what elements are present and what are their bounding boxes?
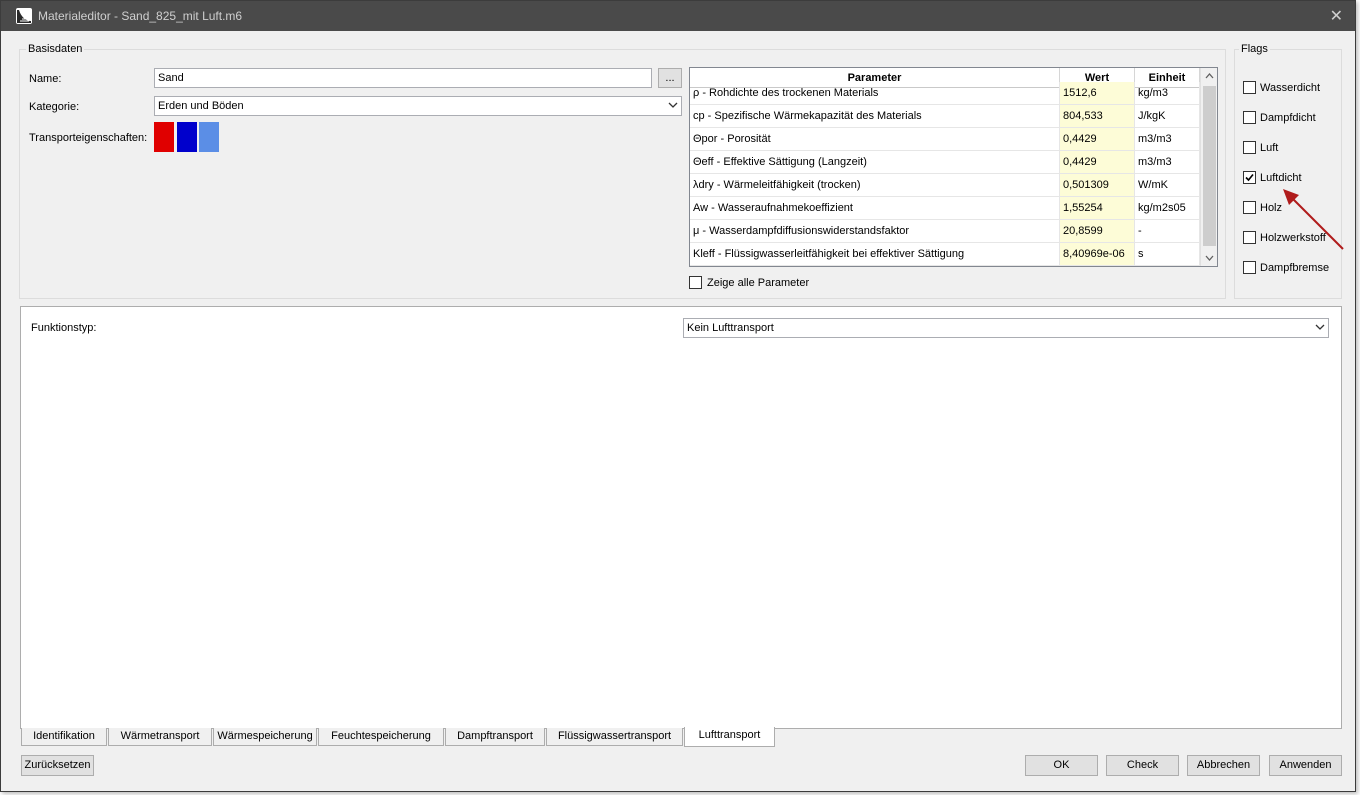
cell-parameter[interactable]: Θpor - Porosität xyxy=(690,128,1060,151)
name-label: Name: xyxy=(29,73,62,85)
table-row[interactable]: Aw - Wasseraufnahmekoeffizient 1,55254 kg/… xyxy=(690,197,1200,220)
table-row[interactable]: Kleff - Flüssigwasserleitfähigkeit bei e… xyxy=(690,243,1200,266)
kategorie-label: Kategorie: xyxy=(29,101,80,113)
browse-button[interactable]: ... xyxy=(658,68,682,88)
reset-button[interactable]: Zurücksetzen xyxy=(21,755,94,776)
table-scrollbar[interactable] xyxy=(1200,68,1217,266)
cell-einheit[interactable]: - xyxy=(1135,220,1200,243)
ok-button[interactable]: OK xyxy=(1025,755,1098,776)
scroll-up-icon[interactable] xyxy=(1204,71,1215,82)
check-button[interactable]: Check xyxy=(1106,755,1179,776)
tab-wärmetransport[interactable]: Wärmetransport xyxy=(108,728,212,746)
chevron-down-icon xyxy=(1315,324,1325,330)
cell-parameter[interactable]: Aw - Wasseraufnahmekoeffizient xyxy=(690,197,1060,220)
show-all-checkbox[interactable] xyxy=(689,276,702,289)
cell-parameter[interactable]: Θeff - Effektive Sättigung (Langzeit) xyxy=(690,151,1060,174)
flag-label: Dampfdicht xyxy=(1260,112,1316,124)
cell-wert[interactable]: 1,55254 xyxy=(1060,197,1135,220)
tab-wärmespeicherung[interactable]: Wärmespeicherung xyxy=(213,728,317,746)
table-row[interactable]: cp - Spezifische Wärmekapazität des Mate… xyxy=(690,105,1200,128)
chevron-down-icon xyxy=(668,102,678,108)
funktionstyp-label: Funktionstyp: xyxy=(31,322,97,334)
transport-label: Transporteigenschaften: xyxy=(29,132,148,144)
cell-wert[interactable]: 0,4429 xyxy=(1060,128,1135,151)
cell-parameter[interactable]: Kleff - Flüssigwasserleitfähigkeit bei e… xyxy=(690,243,1060,266)
table-row[interactable]: Θeff - Effektive Sättigung (Langzeit) 0,4… xyxy=(690,151,1200,174)
funktionstyp-value: Kein Lufttransport xyxy=(687,322,774,334)
cell-einheit[interactable]: kg/m2s05 xyxy=(1135,197,1200,220)
cell-einheit[interactable]: kg/m3 xyxy=(1135,82,1200,105)
flag-checkbox-dampfbremse[interactable] xyxy=(1243,261,1256,274)
cell-einheit[interactable]: J/kgK xyxy=(1135,105,1200,128)
cell-wert[interactable]: 0,4429 xyxy=(1060,151,1135,174)
funktionstyp-select[interactable]: Kein Lufttransport xyxy=(683,318,1329,338)
transport-swatch-red[interactable] xyxy=(154,122,174,152)
table-row[interactable]: Θpor - Porosität 0,4429 m3/m3 xyxy=(690,128,1200,151)
cell-wert[interactable]: 804,533 xyxy=(1060,105,1135,128)
cell-einheit[interactable]: m3/m3 xyxy=(1135,128,1200,151)
kategorie-select[interactable]: Erden und Böden xyxy=(154,96,682,116)
flag-checkbox-wasserdicht[interactable] xyxy=(1243,81,1256,94)
table-row[interactable]: μ - Wasserdampfdiffusionswiderstandsfakt… xyxy=(690,220,1200,243)
show-all-label: Zeige alle Parameter xyxy=(707,277,810,289)
cell-wert[interactable]: 1512,6 xyxy=(1060,82,1135,105)
flag-label: Luft xyxy=(1260,142,1279,154)
scroll-thumb[interactable] xyxy=(1203,86,1216,246)
flag-label: Luftdicht xyxy=(1260,172,1302,184)
lufttransport-panel: Funktionstyp: Kein Lufttransport xyxy=(20,306,1342,729)
close-icon[interactable]: ✕ xyxy=(1330,6,1343,26)
scroll-down-icon[interactable] xyxy=(1204,252,1215,263)
flags-label: Flags xyxy=(1239,43,1270,55)
checkmark-icon xyxy=(1245,173,1254,182)
transport-swatch-lightblue[interactable] xyxy=(199,122,219,152)
tab-feuchtespeicherung[interactable]: Feuchtespeicherung xyxy=(318,728,444,746)
cell-einheit[interactable]: W/mK xyxy=(1135,174,1200,197)
cell-einheit[interactable]: s xyxy=(1135,243,1200,266)
basisdaten-label: Basisdaten xyxy=(26,43,85,55)
flag-checkbox-holzwerkstoff[interactable] xyxy=(1243,231,1256,244)
cell-wert[interactable]: 0,501309 xyxy=(1060,174,1135,197)
flag-label: Dampfbremse xyxy=(1260,262,1330,274)
cell-einheit[interactable]: m3/m3 xyxy=(1135,151,1200,174)
tab-dampftransport[interactable]: Dampftransport xyxy=(445,728,545,746)
annotation-arrow-icon xyxy=(1283,189,1344,250)
flag-checkbox-luftdicht[interactable] xyxy=(1243,171,1256,184)
cell-parameter[interactable]: μ - Wasserdampfdiffusionswiderstandsfakt… xyxy=(690,220,1060,243)
apply-button[interactable]: Anwenden xyxy=(1269,755,1342,776)
title-bar: Materialeditor - Sand_825_mit Luft.m6 ✕ xyxy=(1,1,1355,31)
flag-label: Wasserdicht xyxy=(1260,82,1321,94)
flag-checkbox-luft[interactable] xyxy=(1243,141,1256,154)
cell-parameter[interactable]: cp - Spezifische Wärmekapazität des Mate… xyxy=(690,105,1060,128)
window-title: Materialeditor - Sand_825_mit Luft.m6 xyxy=(38,9,243,23)
tab-flüssigwassertransport[interactable]: Flüssigwassertransport xyxy=(546,728,683,746)
cell-parameter[interactable]: λdry - Wärmeleitfähigkeit (trocken) xyxy=(690,174,1060,197)
parameter-table[interactable]: Parameter Wert Einheit ρ - Rohdichte des… xyxy=(689,67,1218,267)
cancel-button[interactable]: Abbrechen xyxy=(1187,755,1260,776)
name-field[interactable]: Sand xyxy=(154,68,652,88)
cell-parameter[interactable]: ρ - Rohdichte des trockenen Materials xyxy=(690,82,1060,105)
table-row[interactable]: ρ - Rohdichte des trockenen Materials 151… xyxy=(690,82,1200,105)
app-icon xyxy=(16,8,32,24)
transport-swatch-blue[interactable] xyxy=(177,122,197,152)
materialeditor-window: Materialeditor - Sand_825_mit Luft.m6 ✕ … xyxy=(0,0,1356,792)
kategorie-value: Erden und Böden xyxy=(158,100,244,112)
tab-identifikation[interactable]: Identifikation xyxy=(21,728,107,746)
flag-checkbox-holz[interactable] xyxy=(1243,201,1256,214)
table-row[interactable]: λdry - Wärmeleitfähigkeit (trocken) 0,501… xyxy=(690,174,1200,197)
tab-lufttransport[interactable]: Lufttransport xyxy=(684,727,775,747)
cell-wert[interactable]: 20,8599 xyxy=(1060,220,1135,243)
cell-wert[interactable]: 8,40969e-06 xyxy=(1060,243,1135,266)
flag-checkbox-dampfdicht[interactable] xyxy=(1243,111,1256,124)
